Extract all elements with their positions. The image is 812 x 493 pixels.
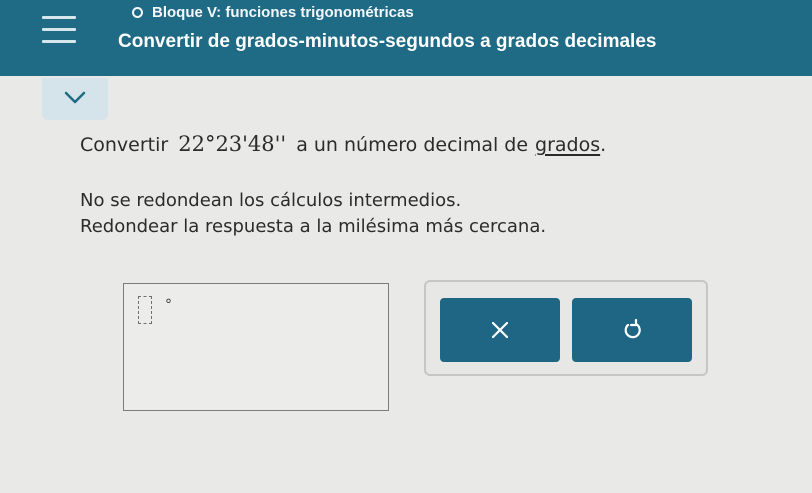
grados-link[interactable]: grados: [535, 134, 600, 156]
chevron-down-icon: [64, 91, 86, 104]
section-label-row: Bloque V: funciones trigonométricas: [132, 1, 414, 23]
degree-symbol: °: [165, 297, 172, 313]
undo-button[interactable]: [572, 298, 692, 362]
answer-input[interactable]: [138, 296, 152, 324]
tool-panel: [424, 280, 708, 376]
dms-expression: 22°23'48'': [178, 132, 287, 156]
answer-area: °: [123, 283, 389, 411]
question-text: Convertir 22°23'48'' a un número decimal…: [80, 132, 606, 156]
clear-button[interactable]: [440, 298, 560, 362]
header-bar: Bloque V: funciones trigonométricas Conv…: [0, 0, 812, 76]
collapse-button[interactable]: [42, 78, 108, 120]
topic-title: Convertir de grados-minutos-segundos a g…: [118, 31, 657, 52]
question-prefix: Convertir: [80, 134, 169, 156]
instruction-line-1: No se redondean los cálculos intermedios…: [80, 190, 462, 211]
instruction-line-2: Redondear la respuesta a la milésima más…: [80, 216, 547, 237]
menu-button[interactable]: [28, 4, 92, 66]
x-icon: [491, 321, 509, 339]
question-suffix: .: [600, 134, 607, 156]
undo-icon: [624, 318, 641, 339]
circle-status-icon: [132, 6, 143, 18]
question-middle: a un número decimal de: [296, 134, 529, 156]
section-label: Bloque V: funciones trigonométricas: [152, 3, 414, 21]
